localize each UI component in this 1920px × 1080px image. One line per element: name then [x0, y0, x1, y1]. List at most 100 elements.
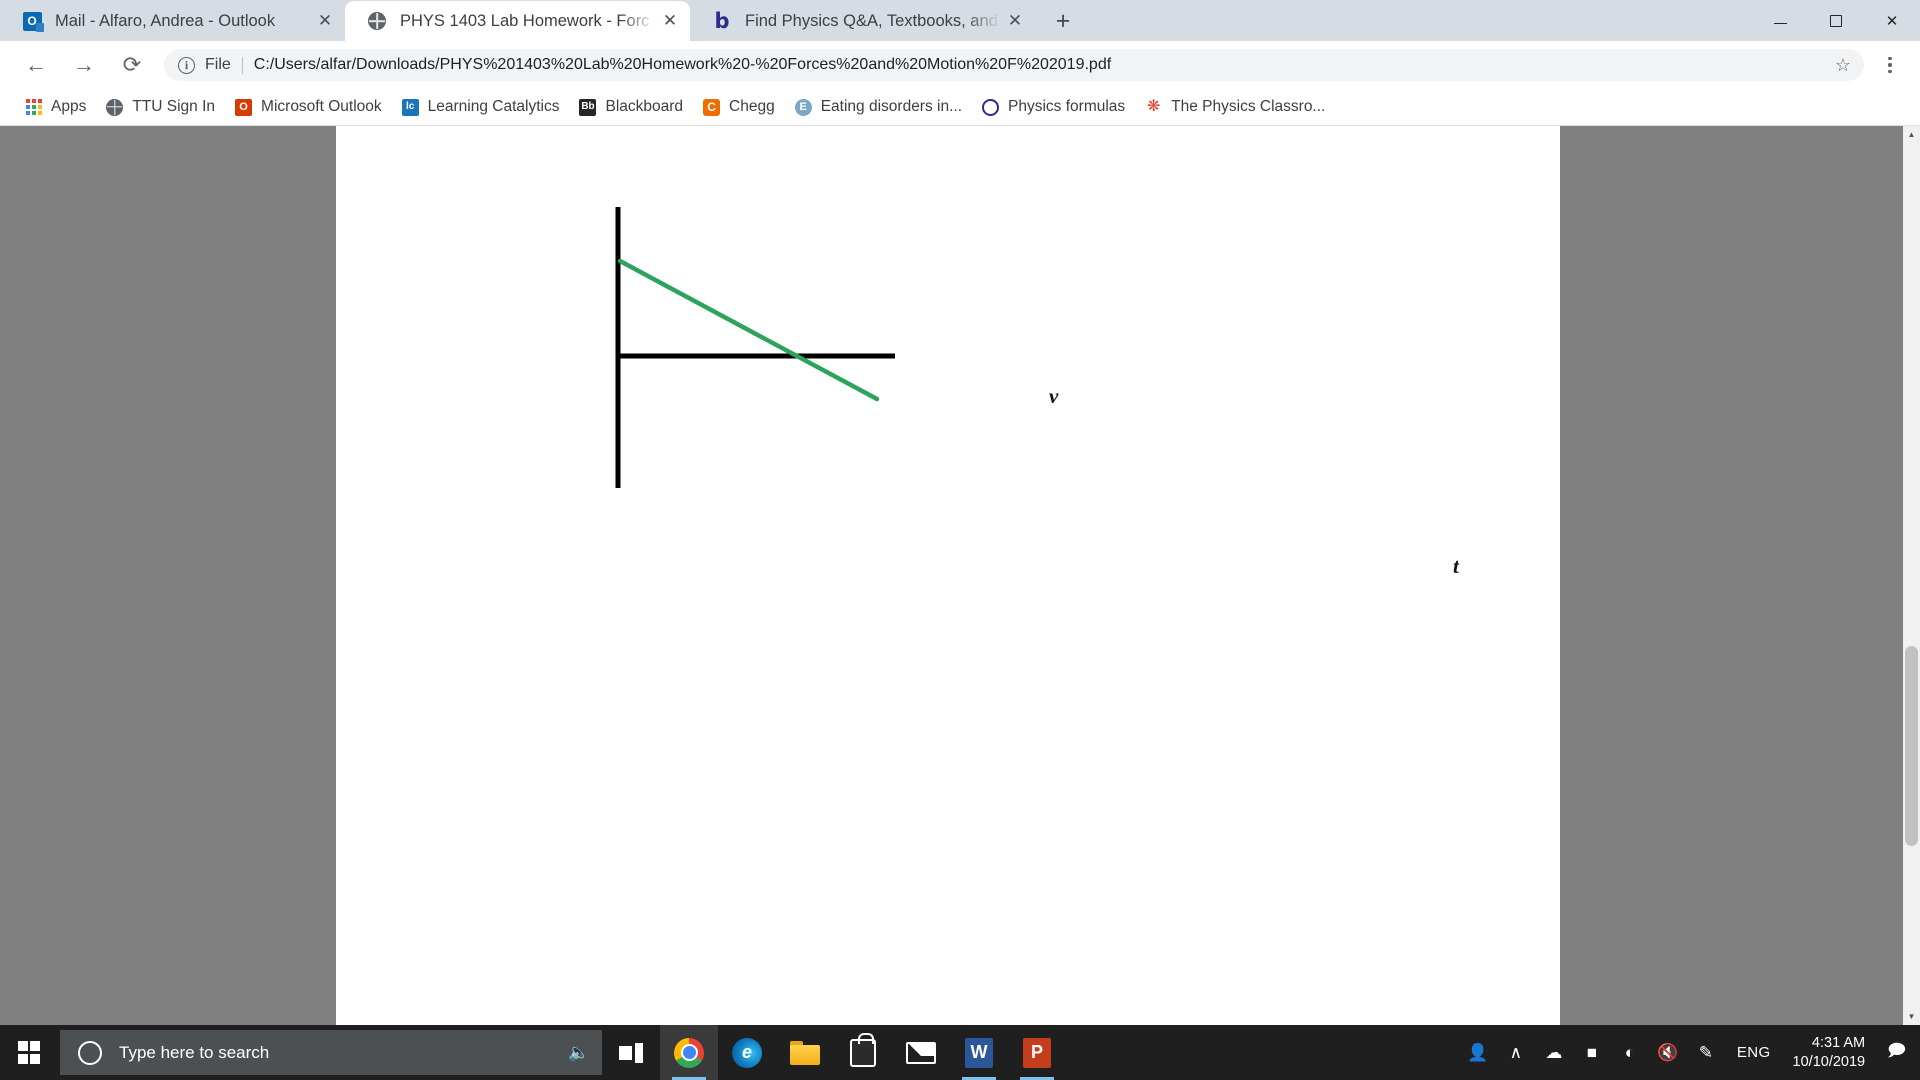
clock-time: 4:31 AM — [1811, 1034, 1866, 1051]
new-tab-button[interactable]: + — [1043, 2, 1083, 40]
bookmark-physics-classroom-label: The Physics Classro... — [1171, 98, 1326, 115]
browser-tab-3-title: Find Physics Q&A, Textbooks, and — [745, 11, 998, 30]
edge-glyph: e — [732, 1037, 762, 1068]
outlook-icon: O — [235, 98, 253, 116]
powerpoint-glyph: P — [1023, 1037, 1051, 1068]
globe-icon — [106, 98, 124, 116]
bookmark-eating-disorders[interactable]: E Eating disorders in... — [786, 93, 971, 121]
task-view-icon[interactable] — [602, 1025, 660, 1080]
bookmark-microsoft-outlook[interactable]: O Microsoft Outlook — [226, 93, 391, 121]
browser-tab-1[interactable]: O Mail - Alfaro, Andrea - Outlook ✕ — [0, 1, 345, 41]
word-icon[interactable]: W — [950, 1025, 1008, 1080]
browser-window: O Mail - Alfaro, Andrea - Outlook ✕ PHYS… — [0, 0, 1920, 1025]
clock[interactable]: 4:31 AM 10/10/2019 — [1783, 1025, 1880, 1080]
people-icon[interactable]: 👤 — [1459, 1025, 1497, 1080]
bookmark-blackboard[interactable]: Bb Blackboard — [570, 93, 692, 121]
file-explorer-glyph — [790, 1040, 820, 1065]
language-indicator[interactable]: ENG — [1725, 1025, 1783, 1080]
chrome-menu-icon[interactable] — [1868, 43, 1912, 87]
show-hidden-icons-chevron-icon[interactable]: ∧ — [1497, 1025, 1535, 1080]
x-axis-label: t — [1453, 554, 1459, 578]
scroll-down-arrow-icon[interactable]: ▼ — [1903, 1008, 1920, 1025]
system-tray: 👤 ∧ ☁ ■ ◐ 🔇 ✎ ENG 4:31 AM 10/10/2019 🗩 — [1459, 1025, 1920, 1080]
browser-tab-1-title: Mail - Alfaro, Andrea - Outlook — [55, 11, 276, 30]
search-input-placeholder[interactable]: Type here to search — [119, 1043, 566, 1063]
bookmark-physics-classroom[interactable]: ❋ The Physics Classro... — [1136, 93, 1334, 121]
url-text[interactable]: C:/Users/alfar/Downloads/PHYS%201403%20L… — [254, 56, 1828, 74]
back-arrow-icon[interactable]: ← — [16, 45, 56, 85]
start-button[interactable] — [0, 1025, 58, 1080]
taskbar-search-box[interactable]: Type here to search 🔈 — [60, 1030, 602, 1075]
pdf-viewer-content: v t — [0, 126, 1920, 1025]
bookmark-ttu-sign-in[interactable]: TTU Sign In — [97, 93, 224, 121]
blackboard-icon: Bb — [579, 98, 597, 116]
info-icon: i — [178, 56, 195, 74]
bookmark-apps[interactable]: Apps — [16, 93, 95, 121]
menu-dot — [1888, 56, 1892, 61]
windows-taskbar: Type here to search 🔈 e W P 👤 ∧ ☁ ■ ◐ 🔇 … — [0, 1025, 1920, 1080]
window-controls: ✕ — [1752, 0, 1920, 41]
eating-disorders-icon: E — [794, 98, 812, 116]
bookmark-physics-formulas[interactable]: Physics formulas — [973, 93, 1134, 121]
physics-classroom-icon: ❋ — [1146, 98, 1161, 115]
y-axis-label: v — [1049, 384, 1059, 408]
microsoft-store-icon[interactable] — [834, 1025, 892, 1080]
word-glyph: W — [965, 1037, 993, 1068]
scrollbar-thumb[interactable] — [1905, 646, 1918, 846]
browser-tab-3-close-icon[interactable]: ✕ — [1001, 7, 1029, 35]
browser-tab-3[interactable]: b Find Physics Q&A, Textbooks, and ✕ — [690, 1, 1035, 41]
mail-icon[interactable] — [892, 1025, 950, 1080]
bookmark-physics-formulas-label: Physics formulas — [1008, 98, 1126, 115]
file-explorer-icon[interactable] — [776, 1025, 834, 1080]
browser-tab-2-close-icon[interactable]: ✕ — [656, 7, 684, 35]
learning-catalytics-icon: lc — [401, 98, 419, 116]
network-wifi-icon[interactable]: ◐ — [1611, 1025, 1649, 1080]
bookmark-microsoft-outlook-label: Microsoft Outlook — [261, 98, 382, 115]
cortana-circle-icon — [78, 1040, 102, 1065]
bookmark-chegg[interactable]: C Chegg — [694, 93, 784, 121]
bookmark-star-icon[interactable]: ☆ — [1828, 50, 1858, 80]
onedrive-cloud-icon[interactable]: ☁ — [1535, 1025, 1573, 1080]
reload-icon[interactable]: ⟳ — [112, 45, 152, 85]
scroll-up-arrow-icon[interactable]: ▲ — [1903, 126, 1920, 143]
bookmark-blackboard-label: Blackboard — [605, 98, 684, 115]
bookmarks-bar: Apps TTU Sign In O Microsoft Outlook lc … — [0, 89, 1920, 126]
physics-formulas-icon — [982, 98, 1000, 116]
menu-dot — [1888, 69, 1892, 74]
bartleby-b-icon: b — [714, 8, 730, 33]
bookmark-learning-catalytics-label: Learning Catalytics — [427, 98, 560, 115]
bookmark-chegg-label: Chegg — [729, 98, 775, 115]
menu-dot — [1888, 63, 1892, 67]
task-view-glyph — [619, 1042, 643, 1063]
browser-tab-2[interactable]: PHYS 1403 Lab Homework - Forc ✕ — [345, 1, 690, 41]
edge-icon[interactable]: e — [718, 1025, 776, 1080]
window-minimize-button[interactable] — [1752, 0, 1808, 41]
velocity-line — [617, 258, 880, 402]
pdf-page: v t — [336, 126, 1560, 1025]
velocity-time-graph — [615, 207, 895, 488]
bookmark-ttu-sign-in-label: TTU Sign In — [132, 98, 216, 115]
vertical-scrollbar[interactable]: ▲ ▼ — [1903, 126, 1920, 1025]
chegg-icon: C — [703, 98, 721, 116]
browser-tab-2-title: PHYS 1403 Lab Homework - Forc — [400, 11, 650, 30]
globe-icon — [367, 11, 387, 31]
pen-workspace-icon[interactable]: ✎ — [1687, 1025, 1725, 1080]
battery-icon[interactable]: ■ — [1573, 1025, 1611, 1080]
window-close-button[interactable]: ✕ — [1864, 0, 1920, 41]
security-label: File — [205, 56, 231, 73]
powerpoint-icon[interactable]: P — [1008, 1025, 1066, 1080]
volume-mute-icon[interactable]: 🔇 — [1649, 1025, 1687, 1080]
tab-strip: O Mail - Alfaro, Andrea - Outlook ✕ PHYS… — [0, 0, 1920, 41]
security-chip[interactable]: i File — [164, 49, 231, 81]
bookmark-learning-catalytics[interactable]: lc Learning Catalytics — [393, 93, 569, 121]
chrome-icon[interactable] — [660, 1025, 718, 1080]
window-maximize-button[interactable] — [1808, 0, 1864, 41]
outlook-icon: O — [22, 11, 44, 32]
apps-grid-icon — [25, 99, 42, 116]
address-bar[interactable]: i File C:/Users/alfar/Downloads/PHYS%201… — [164, 49, 1864, 81]
browser-tab-1-close-icon[interactable]: ✕ — [311, 7, 339, 35]
microphone-icon[interactable]: 🔈 — [566, 1043, 592, 1063]
notifications-icon[interactable]: 🗩 — [1879, 1025, 1920, 1080]
forward-arrow-icon[interactable]: → — [64, 45, 104, 85]
omnibox-divider — [241, 56, 243, 74]
